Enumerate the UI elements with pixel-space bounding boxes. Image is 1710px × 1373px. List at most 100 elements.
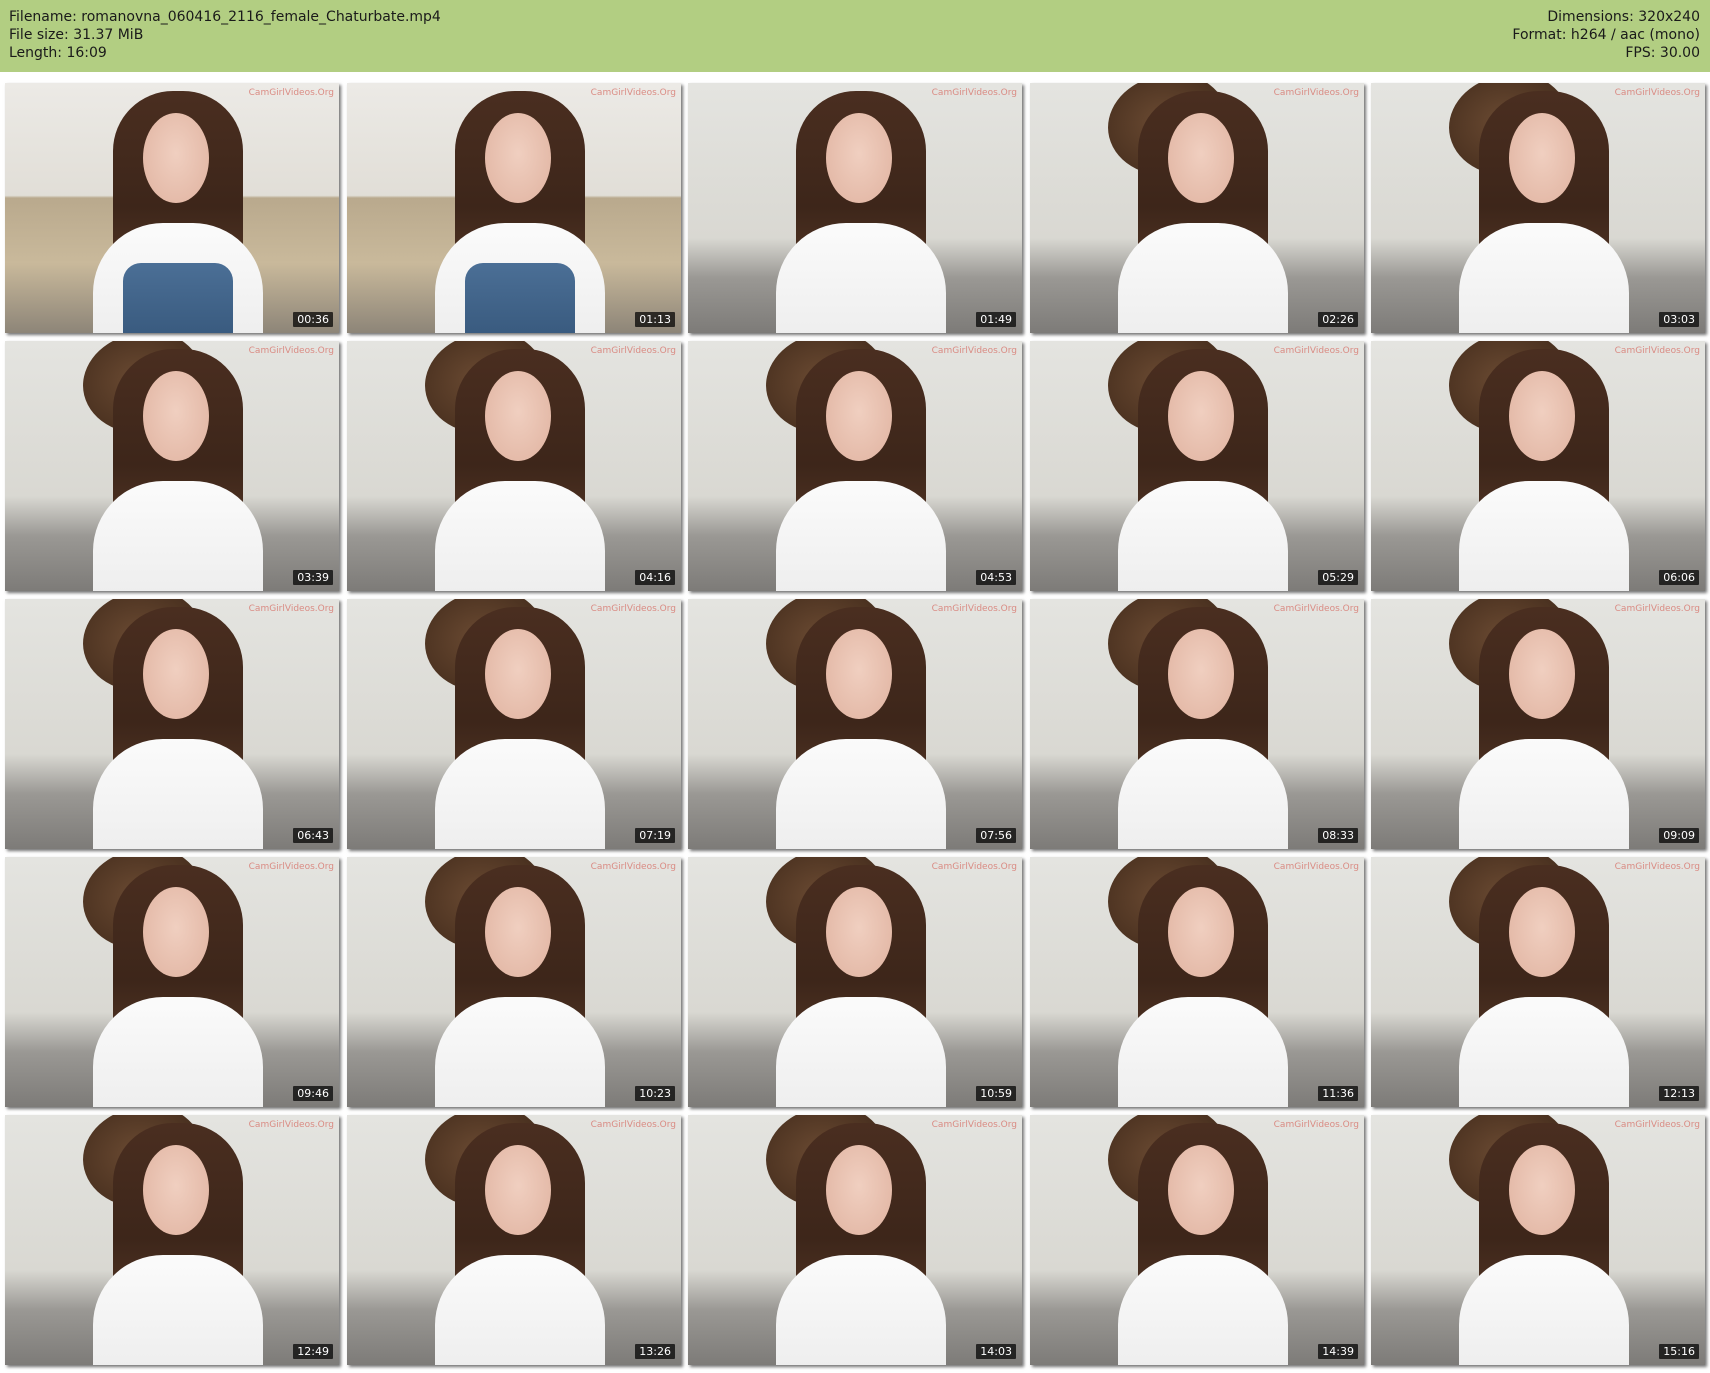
person-face — [1509, 113, 1575, 203]
watermark: CamGirlVideos.Org — [248, 1120, 334, 1130]
timestamp: 03:03 — [1659, 312, 1699, 327]
video-thumbnail[interactable]: CamGirlVideos.Org 14:39 — [1030, 1115, 1364, 1365]
person-face — [1509, 629, 1575, 719]
timestamp: 10:59 — [976, 1086, 1016, 1101]
video-thumbnail[interactable]: CamGirlVideos.Org 01:49 — [688, 83, 1022, 333]
video-thumbnail[interactable]: CamGirlVideos.Org 03:03 — [1371, 83, 1705, 333]
video-thumbnail[interactable]: CamGirlVideos.Org 03:39 — [5, 341, 339, 591]
timestamp: 08:33 — [1318, 828, 1358, 843]
person-face — [1168, 113, 1234, 203]
person-face — [826, 629, 892, 719]
person-shirt — [776, 223, 946, 333]
watermark: CamGirlVideos.Org — [1273, 604, 1359, 614]
video-thumbnail[interactable]: CamGirlVideos.Org 04:53 — [688, 341, 1022, 591]
person-shirt — [1118, 1255, 1288, 1365]
timestamp: 06:06 — [1659, 570, 1699, 585]
person-shirt — [435, 739, 605, 849]
watermark: CamGirlVideos.Org — [931, 88, 1017, 98]
video-thumbnail[interactable]: CamGirlVideos.Org 02:26 — [1030, 83, 1364, 333]
timestamp: 04:16 — [635, 570, 675, 585]
person-shirt — [1459, 1255, 1629, 1365]
video-thumbnail[interactable]: CamGirlVideos.Org 07:56 — [688, 599, 1022, 849]
person-shirt — [776, 739, 946, 849]
watermark: CamGirlVideos.Org — [590, 604, 676, 614]
person-face — [143, 629, 209, 719]
timestamp: 12:49 — [293, 1344, 333, 1359]
timestamp: 05:29 — [1318, 570, 1358, 585]
watermark: CamGirlVideos.Org — [1273, 88, 1359, 98]
video-thumbnail[interactable]: CamGirlVideos.Org 12:13 — [1371, 857, 1705, 1107]
watermark: CamGirlVideos.Org — [1273, 862, 1359, 872]
person-face — [826, 887, 892, 977]
person-face — [143, 887, 209, 977]
person-shirt — [776, 997, 946, 1107]
person-face — [1168, 371, 1234, 461]
video-thumbnail[interactable]: CamGirlVideos.Org 09:46 — [5, 857, 339, 1107]
person-shirt — [435, 1255, 605, 1365]
person-face — [1509, 371, 1575, 461]
person-face — [1168, 629, 1234, 719]
person-face — [485, 371, 551, 461]
watermark: CamGirlVideos.Org — [590, 1120, 676, 1130]
person-face — [826, 371, 892, 461]
watermark: CamGirlVideos.Org — [590, 346, 676, 356]
person-shirt — [93, 739, 263, 849]
timestamp: 03:39 — [293, 570, 333, 585]
video-thumbnail[interactable]: CamGirlVideos.Org 01:13 — [347, 83, 681, 333]
video-thumbnail[interactable]: CamGirlVideos.Org 00:36 — [5, 83, 339, 333]
person-face — [485, 629, 551, 719]
person-shirt — [93, 1255, 263, 1365]
timestamp: 09:09 — [1659, 828, 1699, 843]
timestamp: 01:13 — [635, 312, 675, 327]
person-shirt — [1118, 481, 1288, 591]
watermark: CamGirlVideos.Org — [1614, 88, 1700, 98]
timestamp: 00:36 — [293, 312, 333, 327]
watermark: CamGirlVideos.Org — [248, 88, 334, 98]
person-face — [485, 113, 551, 203]
video-thumbnail[interactable]: CamGirlVideos.Org 09:09 — [1371, 599, 1705, 849]
timestamp: 12:13 — [1659, 1086, 1699, 1101]
person-face — [826, 113, 892, 203]
person-shirt — [776, 1255, 946, 1365]
video-thumbnail[interactable]: CamGirlVideos.Org 14:03 — [688, 1115, 1022, 1365]
person-shirt — [1459, 739, 1629, 849]
timestamp: 06:43 — [293, 828, 333, 843]
video-thumbnail[interactable]: CamGirlVideos.Org 05:29 — [1030, 341, 1364, 591]
video-thumbnail[interactable]: CamGirlVideos.Org 06:06 — [1371, 341, 1705, 591]
video-thumbnail[interactable]: CamGirlVideos.Org 15:16 — [1371, 1115, 1705, 1365]
person-shirt — [435, 481, 605, 591]
person-shirt — [435, 997, 605, 1107]
video-thumbnail[interactable]: CamGirlVideos.Org 11:36 — [1030, 857, 1364, 1107]
person-shirt — [776, 481, 946, 591]
video-thumbnail[interactable]: CamGirlVideos.Org 08:33 — [1030, 599, 1364, 849]
watermark: CamGirlVideos.Org — [1614, 1120, 1700, 1130]
person-face — [1509, 887, 1575, 977]
person-shirt — [1118, 223, 1288, 333]
video-thumbnail[interactable]: CamGirlVideos.Org 13:26 — [347, 1115, 681, 1365]
thumbnail-grid: CamGirlVideos.Org 00:36 CamGirlVideos.Org 0… — [0, 0, 1710, 1373]
watermark: CamGirlVideos.Org — [248, 604, 334, 614]
timestamp: 14:03 — [976, 1344, 1016, 1359]
timestamp: 04:53 — [976, 570, 1016, 585]
watermark: CamGirlVideos.Org — [590, 862, 676, 872]
watermark: CamGirlVideos.Org — [1614, 862, 1700, 872]
timestamp: 01:49 — [976, 312, 1016, 327]
timestamp: 11:36 — [1318, 1086, 1358, 1101]
video-thumbnail[interactable]: CamGirlVideos.Org 06:43 — [5, 599, 339, 849]
person-shirt — [93, 481, 263, 591]
video-thumbnail[interactable]: CamGirlVideos.Org 04:16 — [347, 341, 681, 591]
person-face — [485, 887, 551, 977]
person-face — [485, 1145, 551, 1235]
watermark: CamGirlVideos.Org — [590, 88, 676, 98]
person-face — [1168, 1145, 1234, 1235]
person-shirt — [1459, 481, 1629, 591]
timestamp: 07:56 — [976, 828, 1016, 843]
watermark: CamGirlVideos.Org — [1614, 346, 1700, 356]
person-shirt — [1118, 997, 1288, 1107]
person-face — [143, 113, 209, 203]
person-face — [143, 1145, 209, 1235]
video-thumbnail[interactable]: CamGirlVideos.Org 07:19 — [347, 599, 681, 849]
video-thumbnail[interactable]: CamGirlVideos.Org 12:49 — [5, 1115, 339, 1365]
video-thumbnail[interactable]: CamGirlVideos.Org 10:59 — [688, 857, 1022, 1107]
video-thumbnail[interactable]: CamGirlVideos.Org 10:23 — [347, 857, 681, 1107]
